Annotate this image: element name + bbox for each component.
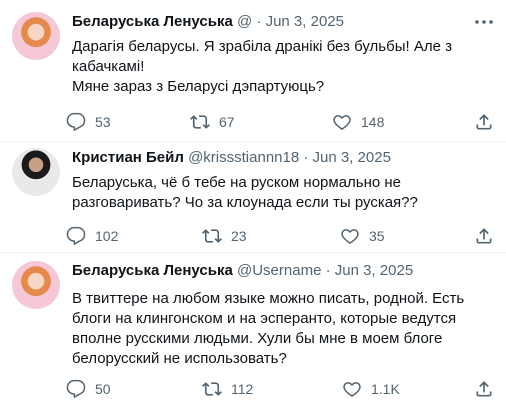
user-handle[interactable]: @Username: [237, 262, 321, 279]
share-button[interactable]: [474, 110, 494, 134]
reply-count: 102: [95, 228, 119, 244]
tweet-date[interactable]: Jun 3, 2025: [313, 149, 391, 166]
like-button[interactable]: 35: [340, 224, 385, 248]
tweet-text-line: В твиттере на любом языке можно писать, …: [72, 290, 465, 307]
separator: ·: [325, 262, 331, 279]
reply-count: 50: [95, 381, 111, 397]
tweet-header: Беларуська Ленуська @ · Jun 3, 2025: [72, 12, 344, 32]
tweet-date[interactable]: Jun 3, 2025: [266, 13, 344, 30]
retweet-icon: [202, 382, 222, 396]
separator: ·: [303, 149, 309, 166]
like-icon: [333, 115, 351, 130]
action-bar: 102 23 35: [66, 224, 496, 248]
tweet-text-line: белорусский не использовать?: [72, 350, 287, 367]
tweet-text-line: Мяне зараз з Беларусі дэпартуюць?: [72, 78, 325, 95]
avatar[interactable]: [12, 261, 60, 309]
display-name[interactable]: Кристиан Бейл: [72, 149, 184, 166]
display-name[interactable]: Беларуська Ленуська: [72, 262, 233, 279]
tweet-text-line: Дарагія беларусы. Я зрабіла дранікі без …: [72, 38, 452, 55]
tweet-text-line: блоги на клингонском и на эсперанто, кот…: [72, 310, 457, 327]
tweet-text: В твиттере на любом языке можно писать, …: [72, 289, 492, 369]
reply-button[interactable]: 53: [66, 110, 111, 134]
like-icon: [343, 382, 361, 397]
retweet-count: 23: [231, 228, 247, 244]
retweet-count: 67: [219, 114, 235, 130]
reply-icon: [66, 379, 86, 398]
user-handle[interactable]: @krissstiannn18: [188, 149, 299, 166]
tweet-header: Беларуська Ленуська @Username · Jun 3, 2…: [72, 261, 413, 281]
tweet-text-line: кабачкамі!: [72, 58, 145, 75]
reply-icon: [66, 226, 86, 245]
retweet-icon: [202, 229, 222, 243]
action-bar: 53 67 148: [66, 110, 496, 134]
share-icon: [476, 114, 492, 130]
tweet[interactable]: Беларуська Ленуська @ · Jun 3, 2025 Дара…: [0, 0, 506, 150]
reply-button[interactable]: 50: [66, 377, 111, 401]
reply-button[interactable]: 102: [66, 224, 118, 248]
tweet-text-line: разговаривать? Чо за клоунада если ты ру…: [72, 194, 418, 211]
like-button[interactable]: 1.1K: [342, 377, 400, 401]
tweet-header: Кристиан Бейл @krissstiannn18 · Jun 3, 2…: [72, 148, 391, 168]
more-horizontal-icon[interactable]: [472, 12, 498, 32]
tweet[interactable]: Кристиан Бейл @krissstiannn18 · Jun 3, 2…: [0, 142, 506, 252]
like-count: 148: [361, 114, 385, 130]
separator: ·: [256, 13, 262, 30]
user-handle[interactable]: @: [237, 13, 252, 30]
reply-icon: [66, 112, 86, 131]
retweet-button[interactable]: 112: [202, 377, 253, 401]
like-icon: [341, 229, 359, 244]
share-icon: [476, 381, 492, 397]
retweet-count: 112: [231, 381, 254, 397]
like-count: 1.1K: [371, 381, 400, 397]
like-button[interactable]: 148: [332, 110, 384, 134]
tweet-text-line: Беларуська, чё б тебе на руском нормальн…: [72, 174, 402, 191]
display-name[interactable]: Беларуська Ленуська: [72, 13, 233, 30]
like-count: 35: [369, 228, 385, 244]
tweet-text-line: вполне русскими людьми. Хули бы мне в мо…: [72, 330, 443, 347]
tweet-date[interactable]: Jun 3, 2025: [335, 262, 413, 279]
action-bar: 50 112 1.1K: [66, 377, 496, 401]
share-button[interactable]: [474, 224, 494, 248]
reply-count: 53: [95, 114, 111, 130]
tweet-text: Беларуська, чё б тебе на руском нормальн…: [72, 173, 492, 213]
share-icon: [476, 228, 492, 244]
share-button[interactable]: [474, 377, 494, 401]
retweet-button[interactable]: 23: [202, 224, 247, 248]
retweet-icon: [190, 115, 210, 129]
tweet-text: Дарагія беларусы. Я зрабіла дранікі без …: [72, 37, 492, 97]
tweet[interactable]: Беларуська Ленуська @Username · Jun 3, 2…: [0, 253, 506, 410]
retweet-button[interactable]: 67: [190, 110, 235, 134]
avatar[interactable]: [12, 12, 60, 60]
avatar[interactable]: [12, 148, 60, 196]
